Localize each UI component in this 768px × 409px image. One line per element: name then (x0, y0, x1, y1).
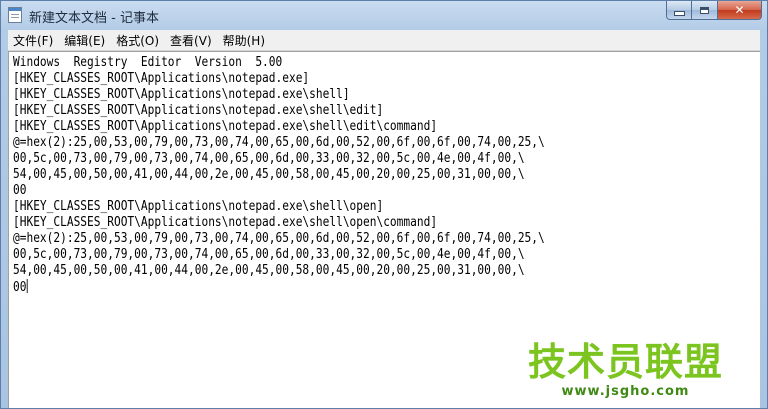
notepad-window: 新建文本文档 - 记事本 ✕ 文件(F) 编辑(E) 格式(O) 查看(V) 帮… (0, 0, 768, 409)
notepad-app-icon[interactable] (8, 7, 22, 23)
menu-format[interactable]: 格式(O) (111, 32, 164, 49)
close-icon: ✕ (734, 3, 745, 17)
menu-bar: 文件(F) 编辑(E) 格式(O) 查看(V) 帮助(H) (8, 30, 760, 51)
document-text[interactable]: Windows Registry Editor Version 5.00 [HK… (13, 55, 545, 296)
document-body: Windows Registry Editor Version 5.00 [HK… (13, 55, 545, 295)
caption-buttons: ✕ (666, 1, 762, 20)
menu-file[interactable]: 文件(F) (8, 32, 58, 49)
title-bar[interactable]: 新建文本文档 - 记事本 ✕ (1, 1, 767, 29)
menu-help[interactable]: 帮助(H) (218, 32, 270, 49)
maximize-button[interactable] (692, 1, 718, 20)
text-caret (26, 279, 28, 293)
menu-view[interactable]: 查看(V) (165, 32, 217, 49)
close-button[interactable]: ✕ (718, 1, 762, 20)
text-editor[interactable]: Windows Registry Editor Version 5.00 [HK… (8, 51, 760, 408)
menu-edit[interactable]: 编辑(E) (59, 32, 110, 49)
minimize-button[interactable] (666, 1, 692, 20)
maximize-icon (700, 6, 709, 14)
minimize-icon (673, 10, 685, 16)
window-title: 新建文本文档 - 记事本 (29, 11, 159, 26)
